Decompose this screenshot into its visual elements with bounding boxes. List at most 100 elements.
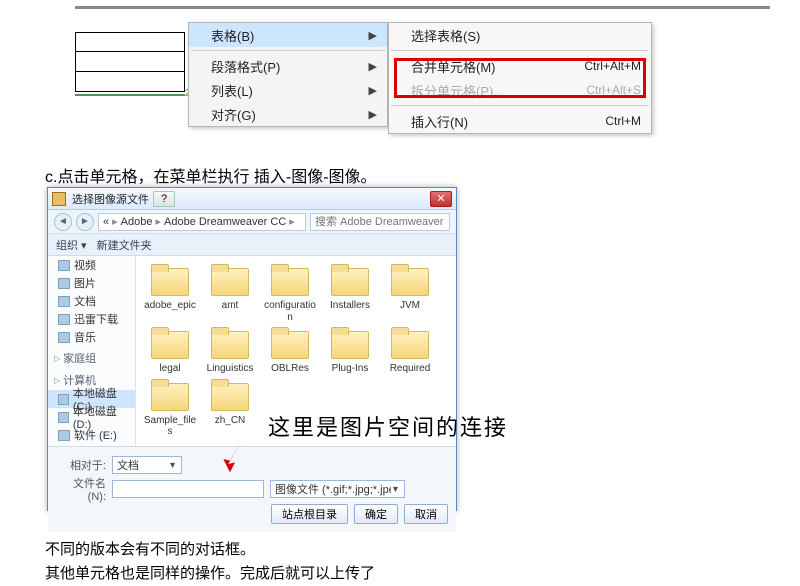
relative-label: 相对于: [56, 457, 106, 473]
sidebar-item-videos[interactable]: 视频 [48, 256, 135, 274]
table-placeholder [75, 32, 185, 92]
submenu-arrow-icon: ▶ [369, 60, 377, 73]
folder-item[interactable]: Plug-Ins [322, 327, 378, 375]
ok-button[interactable]: 确定 [354, 504, 398, 524]
context-menu-level1: 表格(B)▶ 段落格式(P)▶ 列表(L)▶ 对齐(G)▶ [188, 22, 388, 127]
menu-item-label: 合并单元格(M) [411, 57, 496, 76]
breadcrumb-seg[interactable]: Adobe [121, 216, 153, 228]
context-menu-level2: 选择表格(S) 合并单元格(M) Ctrl+Alt+M 拆分单元格(P)... … [388, 22, 652, 134]
drive-icon [58, 394, 69, 405]
menu-item-insert-row[interactable]: 插入行(N) Ctrl+M [389, 109, 651, 133]
folder-item[interactable]: Installers [322, 264, 378, 323]
folder-item[interactable]: JVM [382, 264, 438, 323]
sidebar-item-label: 软件 (E:) [74, 427, 117, 443]
folder-icon [389, 264, 431, 298]
folder-icon [209, 327, 251, 361]
search-input[interactable] [310, 213, 450, 231]
sidebar-item-label: 文档 (F:) [74, 445, 116, 446]
folder-name: Plug-Ins [332, 363, 369, 375]
folder-icon [58, 278, 70, 289]
folder-icon [269, 264, 311, 298]
folder-icon [149, 379, 191, 413]
folder-icon [209, 379, 251, 413]
menu-separator [391, 105, 649, 106]
cancel-button[interactable]: 取消 [404, 504, 448, 524]
nav-back-button[interactable]: ◄ [54, 213, 72, 231]
folder-name: OBLRes [271, 363, 309, 375]
filetype-dropdown[interactable]: 图像文件 (*.gif;*.jpg;*.jpeg;*.p▼ [270, 480, 405, 498]
drive-icon [58, 430, 70, 441]
filename-input[interactable] [112, 480, 264, 498]
folder-icon [58, 332, 70, 343]
close-button[interactable]: ✕ [430, 191, 452, 207]
menu-item-label: 拆分单元格(P)... [411, 81, 504, 100]
folder-name: Sample_files [142, 415, 198, 438]
folder-name: Installers [330, 300, 370, 312]
sidebar-group-homegroup[interactable]: 家庭组 [48, 346, 135, 368]
folder-name: legal [159, 363, 180, 375]
folder-item[interactable]: OBLRes [262, 327, 318, 375]
folder-item[interactable]: adobe_epic [142, 264, 198, 323]
folder-item[interactable]: Sample_files [142, 379, 198, 438]
folder-name: Required [390, 363, 431, 375]
dialog-title: 选择图像源文件 [72, 191, 149, 207]
breadcrumb[interactable]: «▸ Adobe▸ Adobe Dreamweaver CC▸ [98, 213, 306, 231]
menu-item-list[interactable]: 列表(L)▶ [189, 78, 387, 102]
folder-name: configuration [262, 300, 318, 323]
folder-name: adobe_epic [144, 300, 196, 312]
sidebar-item-drive-d[interactable]: 本地磁盘 (D:) [48, 408, 135, 426]
folder-icon [149, 327, 191, 361]
dialog-footer: 相对于: 文档▼ 文件名(N): 图像文件 (*.gif;*.jpg;*.jpe… [48, 446, 456, 532]
nav-forward-button[interactable]: ► [76, 213, 94, 231]
folder-icon [58, 314, 70, 325]
folder-icon [329, 264, 371, 298]
site-root-button[interactable]: 站点根目录 [271, 504, 348, 524]
menu-item-label: 插入行(N) [411, 112, 468, 131]
menu-separator [191, 50, 385, 51]
menu-item-paragraph[interactable]: 段落格式(P) ▶ [189, 54, 387, 78]
menu-item-label: 选择表格(S) [411, 26, 480, 45]
folder-item[interactable]: legal [142, 327, 198, 375]
folder-name: Linguistics [207, 363, 254, 375]
sidebar-item-pictures[interactable]: 图片 [48, 274, 135, 292]
sidebar-item-label: 图片 [74, 275, 96, 291]
sidebar-item-music[interactable]: 音乐 [48, 328, 135, 346]
sidebar-item-label: 音乐 [74, 329, 96, 345]
folder-item[interactable]: zh_CN [202, 379, 258, 438]
folder-icon [58, 260, 70, 271]
relative-dropdown[interactable]: 文档▼ [112, 456, 182, 474]
submenu-arrow-icon: ▶ [369, 29, 377, 42]
folder-icon [149, 264, 191, 298]
folder-item[interactable]: Linguistics [202, 327, 258, 375]
organize-dropdown[interactable]: 组织 ▾ [56, 237, 87, 253]
menu-item-merge-cells[interactable]: 合并单元格(M) Ctrl+Alt+M [389, 54, 651, 78]
file-open-dialog: 选择图像源文件 ? ✕ ◄ ► «▸ Adobe▸ Adobe Dreamwea… [47, 187, 457, 511]
menu-item-select-table[interactable]: 选择表格(S) [389, 23, 651, 47]
folder-item[interactable]: amt [202, 264, 258, 323]
sidebar-item-thunder[interactable]: 迅雷下载 [48, 310, 135, 328]
breadcrumb-seg[interactable]: Adobe Dreamweaver CC [164, 216, 286, 228]
app-icon [52, 192, 66, 206]
breadcrumb-seg[interactable]: « [103, 216, 109, 228]
menu-item-shortcut: Ctrl+Alt+S [586, 83, 641, 97]
sidebar-item-drive-f[interactable]: 文档 (F:) [48, 444, 135, 446]
menu-item-label: 列表(L) [211, 81, 253, 100]
sidebar-item-label: 迅雷下载 [74, 311, 118, 327]
sidebar-item-label: 视频 [74, 257, 96, 273]
path-bar: ◄ ► «▸ Adobe▸ Adobe Dreamweaver CC▸ [48, 210, 456, 234]
new-folder-button[interactable]: 新建文件夹 [97, 237, 152, 253]
folder-icon [389, 327, 431, 361]
sidebar-item-label: 文档 [74, 293, 96, 309]
folder-item[interactable]: Required [382, 327, 438, 375]
menu-item-align[interactable]: 对齐(G)▶ [189, 102, 387, 126]
dialog-titlebar[interactable]: 选择图像源文件 ? ✕ [48, 188, 456, 210]
folder-item[interactable]: configuration [262, 264, 318, 323]
menu-item-split-cells: 拆分单元格(P)... Ctrl+Alt+S [389, 78, 651, 102]
menu-item-shortcut: Ctrl+M [605, 114, 641, 128]
menu-item-table[interactable]: 表格(B)▶ [189, 23, 387, 47]
folder-name: amt [222, 300, 239, 312]
menu-item-label: 段落格式(P) [211, 57, 280, 76]
help-button[interactable]: ? [153, 191, 175, 207]
sidebar-item-documents[interactable]: 文档 [48, 292, 135, 310]
menu-item-label: 对齐(G) [211, 105, 256, 124]
